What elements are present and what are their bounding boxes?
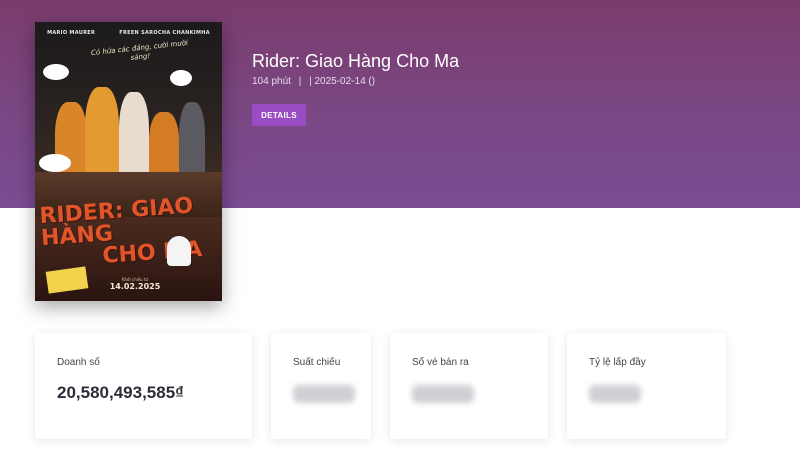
stat-card-tickets-sold: Số vé bán ra — [390, 333, 548, 439]
poster-cast-2: FREEN SAROCHA CHANKIMHA — [119, 30, 210, 36]
stat-value-blurred — [293, 385, 355, 403]
poster-cast-1: MARIO MAURER — [47, 30, 96, 36]
stat-card-occupancy: Tỷ lệ lấp đầy — [567, 333, 726, 439]
stat-value: 20,580,493,585₫ — [57, 383, 184, 402]
movie-title: Rider: Giao Hàng Cho Ma — [252, 51, 460, 71]
poster-release-date: 14.02.2025 — [109, 282, 161, 291]
stat-value-blurred — [589, 385, 641, 403]
ghost-icon — [167, 236, 191, 266]
movie-poster: MARIO MAURER FREEN SAROCHA CHANKIMHA Có … — [35, 22, 222, 301]
stat-card-revenue: Doanh số 20,580,493,585₫ — [35, 333, 252, 439]
stat-label: Số vé bán ra — [412, 357, 469, 368]
details-button[interactable]: DETAILS — [252, 104, 306, 126]
stat-value-blurred — [412, 385, 474, 403]
poster-release: Khởi chiếu từ 14.02.2025 — [105, 277, 165, 291]
poster-speech-bubble — [39, 154, 71, 172]
stat-label: Doanh số — [57, 357, 100, 368]
meta-separator: | — [298, 76, 302, 87]
poster-figures — [55, 77, 205, 187]
movie-release: | 2025-02-14 () — [309, 76, 376, 87]
poster-speech-bubble — [170, 70, 192, 86]
poster-speech-bubble — [43, 64, 69, 80]
stat-label: Tỷ lệ lấp đầy — [589, 357, 646, 368]
poster-title-art: RIDER: GIAO HÀNG CHO MA — [39, 193, 219, 272]
stat-card-showtimes: Suất chiếu — [271, 333, 371, 439]
movie-meta: 104 phút | | 2025-02-14 () — [252, 76, 380, 87]
movie-duration: 104 phút — [252, 76, 291, 87]
poster-tagline: Có hứa các đảng, cười mười sáng! — [90, 38, 189, 62]
poster-sticker — [45, 266, 89, 294]
poster-cast: MARIO MAURER FREEN SAROCHA CHANKIMHA — [35, 30, 222, 36]
stat-label: Suất chiếu — [293, 357, 341, 368]
